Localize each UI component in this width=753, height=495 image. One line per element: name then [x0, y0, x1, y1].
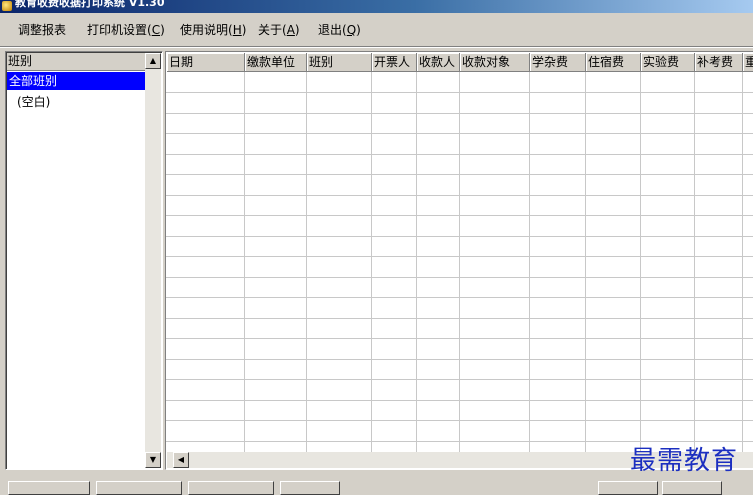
grid-col-line — [459, 72, 460, 452]
bottom-button-5[interactable] — [598, 481, 658, 495]
grid-col-line — [529, 72, 530, 452]
bottom-button-1[interactable] — [8, 481, 90, 495]
grid-col-line — [416, 72, 417, 452]
bottom-button-4[interactable] — [280, 481, 340, 495]
col-header-makeup-exam-fee[interactable]: 补考费 — [695, 53, 743, 72]
grid-col-line — [640, 72, 641, 452]
menu-help[interactable]: 使用说明(H) — [180, 21, 246, 39]
menu-exit[interactable]: 退出(Q) — [318, 21, 361, 39]
class-tree-panel[interactable]: 班别 全部班别 (空白) ▲ ▼ — [5, 51, 163, 470]
menu-adjust-report[interactable]: 调整报表 — [18, 21, 66, 39]
col-header-payer-unit[interactable]: 缴款单位 — [245, 53, 307, 72]
col-header-re[interactable]: 重 — [743, 53, 753, 72]
grid-col-line — [694, 72, 695, 452]
col-header-lodging-fee[interactable]: 住宿费 — [586, 53, 641, 72]
col-header-lab-fee[interactable]: 实验费 — [641, 53, 695, 72]
watermark-text: 最需教育 — [630, 446, 739, 476]
app-icon — [2, 1, 12, 11]
col-header-date[interactable]: 日期 — [167, 53, 245, 72]
grid-col-line — [306, 72, 307, 452]
bottom-button-6[interactable] — [662, 481, 722, 495]
tree-item-blank[interactable]: (空白) — [7, 93, 155, 111]
scroll-left-arrow-icon[interactable]: ◀ — [173, 452, 189, 468]
scroll-up-arrow-icon[interactable]: ▲ — [145, 53, 161, 69]
tree-item-all-classes[interactable]: 全部班别 — [7, 72, 147, 90]
menu-printer-settings[interactable]: 打印机设置(C) — [87, 21, 165, 39]
menu-bar: 调整报表 打印机设置(C) 使用说明(H) 关于(A) 退出(Q) — [0, 14, 753, 46]
col-header-payment-target[interactable]: 收款对象 — [460, 53, 530, 72]
col-header-payee[interactable]: 收款人 — [417, 53, 460, 72]
grid-col-line — [244, 72, 245, 452]
window-title: 教育收费收据打印系统 V1.30 — [15, 0, 165, 9]
menu-separator — [0, 46, 753, 48]
grid-col-line — [742, 72, 743, 452]
col-header-class[interactable]: 班别 — [307, 53, 372, 72]
title-bar: 教育收费收据打印系统 V1.30 — [0, 0, 753, 13]
menu-about[interactable]: 关于(A) — [258, 21, 300, 39]
tree-header[interactable]: 班别 — [7, 53, 147, 71]
grid-col-line — [585, 72, 586, 452]
receipt-grid[interactable]: 日期 缴款单位 班别 开票人 收款人 收款对象 学杂费 住宿费 实验费 补考费 … — [165, 51, 753, 470]
col-header-issuer[interactable]: 开票人 — [372, 53, 417, 72]
tree-vertical-scrollbar[interactable]: ▲ ▼ — [145, 53, 161, 468]
col-header-tuition-fee[interactable]: 学杂费 — [530, 53, 586, 72]
grid-col-line — [371, 72, 372, 452]
bottom-button-3[interactable] — [188, 481, 274, 495]
bottom-button-2[interactable] — [96, 481, 182, 495]
scroll-down-arrow-icon[interactable]: ▼ — [145, 452, 161, 468]
